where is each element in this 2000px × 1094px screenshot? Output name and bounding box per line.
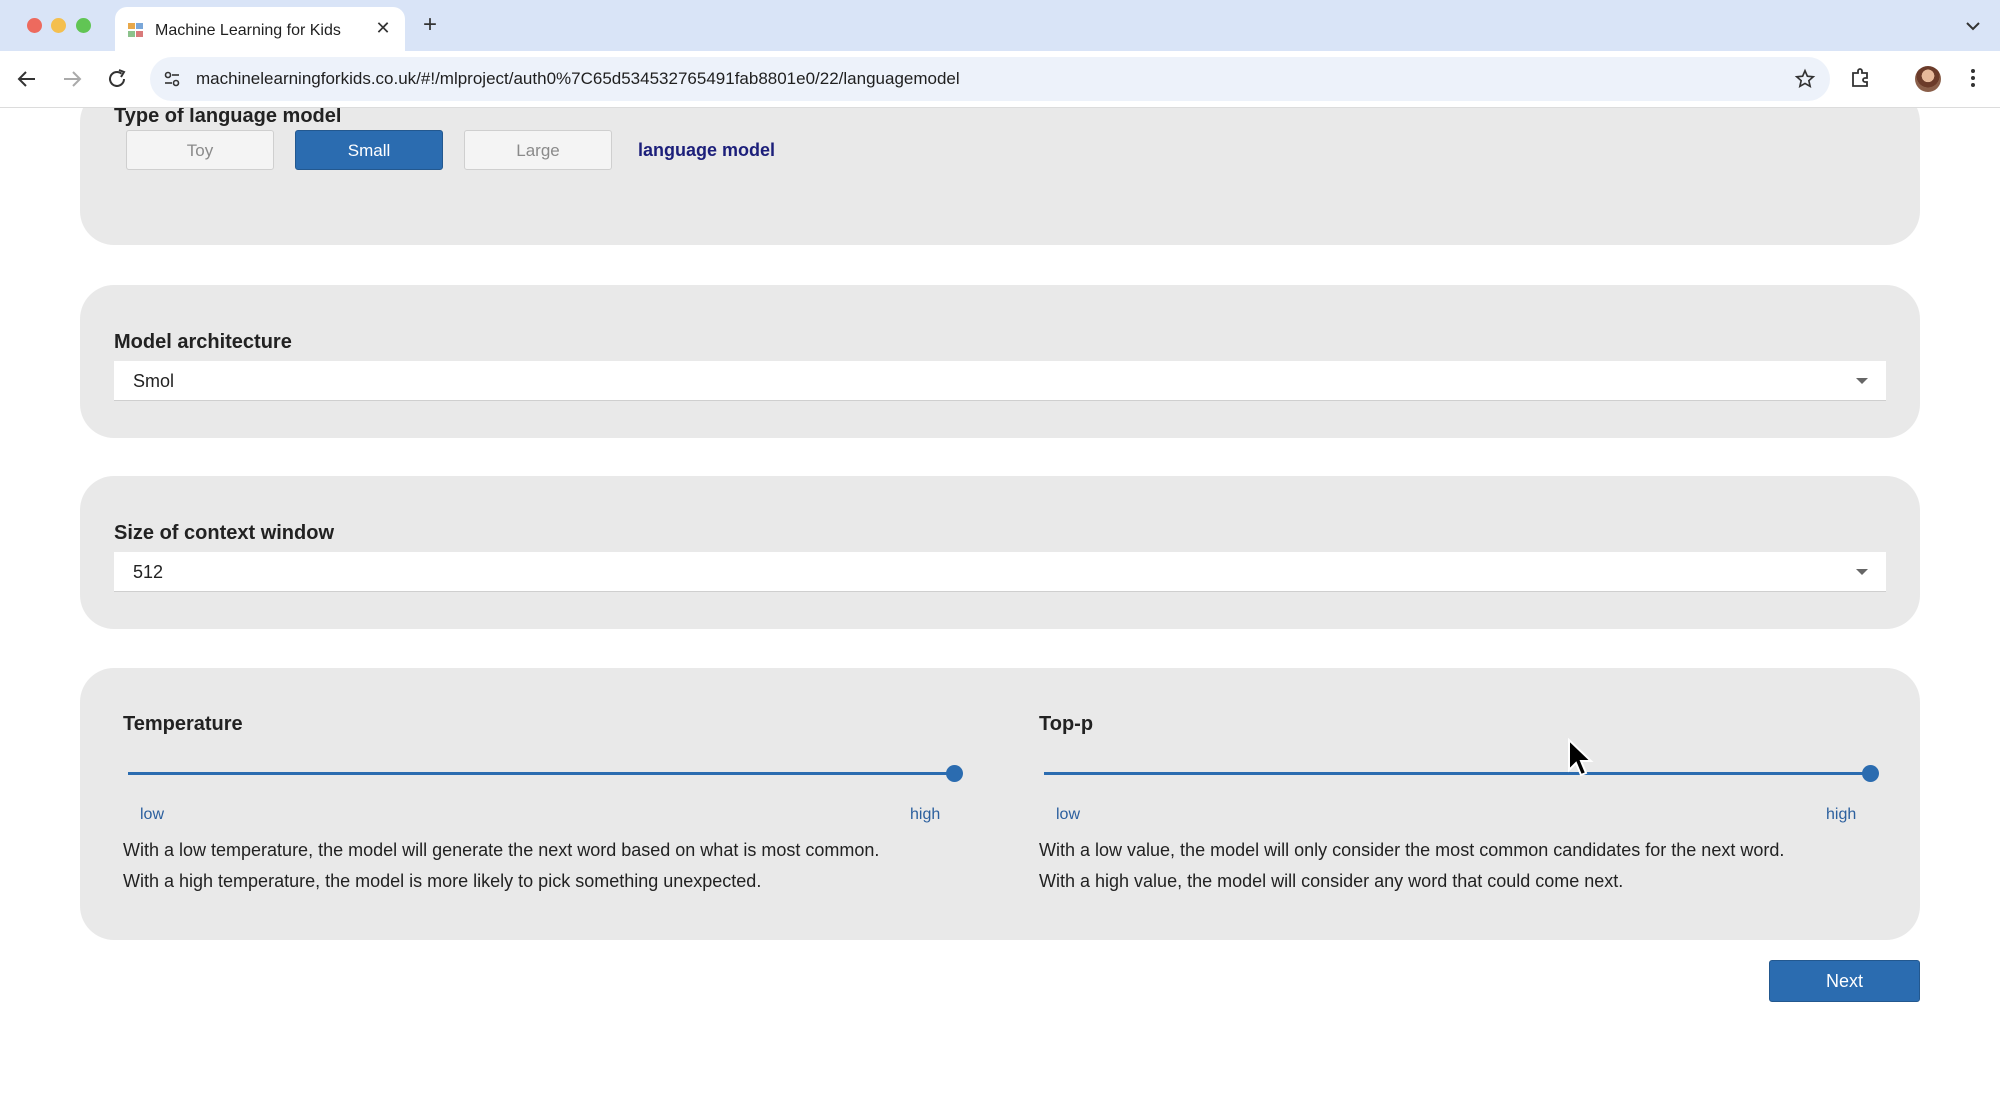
model-type-panel: Type of language model Toy Small Large l… [80, 108, 1920, 245]
new-tab-icon[interactable]: + [418, 13, 442, 38]
chevron-down-icon [1856, 569, 1868, 575]
top-p-low-label: low [1056, 806, 1081, 823]
temperature-slider-thumb[interactable] [945, 765, 963, 782]
minimize-window-button[interactable] [51, 18, 66, 33]
model-architecture-panel: Model architecture Smol [80, 285, 1920, 438]
top-p-description-line: With a low value, the model will only co… [1039, 840, 1785, 860]
temperature-high-label: high [910, 806, 941, 823]
next-button[interactable]: Next [1769, 960, 1920, 1002]
profile-avatar[interactable] [1915, 66, 1941, 92]
page-content: Type of language model Toy Small Large l… [0, 108, 2000, 1094]
browser-toolbar: machinelearningforkids.co.uk/#!/mlprojec… [0, 51, 2000, 108]
temperature-low-label: low [140, 806, 165, 823]
model-type-title: Type of language model [114, 108, 342, 127]
top-p-title: Top-p [1039, 713, 1094, 735]
top-p-description-line: With a high value, the model will consid… [1039, 871, 1624, 891]
context-window-select[interactable]: 512 [114, 552, 1886, 592]
reload-icon[interactable] [105, 67, 129, 91]
address-bar[interactable]: machinelearningforkids.co.uk/#!/mlprojec… [150, 57, 1830, 101]
tab-title: Machine Learning for Kids [155, 22, 341, 39]
top-p-slider-thumb[interactable] [1861, 765, 1879, 782]
extensions-puzzle-icon[interactable] [1848, 66, 1872, 90]
close-window-button[interactable] [27, 18, 42, 33]
context-window-title: Size of context window [114, 522, 335, 544]
temperature-description-line: With a low temperature, the model will g… [123, 840, 880, 860]
url-text[interactable]: machinelearningforkids.co.uk/#!/mlprojec… [196, 69, 960, 89]
tab-search-chevron-icon[interactable] [1962, 16, 1984, 36]
model-type-toy-button[interactable]: Toy [126, 130, 274, 170]
site-favicon-icon [128, 23, 143, 37]
context-window-value: 512 [133, 562, 164, 582]
top-p-description: With a low value, the model will only co… [1039, 835, 1784, 897]
language-model-link[interactable]: language model [638, 140, 775, 161]
temperature-section: Temperature low high With a low temperat… [80, 668, 963, 940]
back-arrow-icon[interactable] [15, 67, 39, 91]
mouse-cursor-icon [1568, 738, 1594, 777]
sampling-panel: Temperature low high With a low temperat… [80, 668, 1920, 940]
browser-menu-icon[interactable] [1963, 66, 1983, 90]
browser-tab-bar: Machine Learning for Kids ✕ + [0, 0, 2000, 51]
top-p-slider-track[interactable] [1044, 772, 1870, 775]
model-type-large-button[interactable]: Large [464, 130, 612, 170]
forward-arrow-icon[interactable] [60, 67, 84, 91]
close-tab-icon[interactable]: ✕ [373, 18, 393, 38]
temperature-description-line: With a high temperature, the model is mo… [123, 871, 762, 891]
site-settings-icon[interactable] [162, 69, 182, 89]
temperature-description: With a low temperature, the model will g… [123, 835, 879, 897]
bookmark-star-icon[interactable] [1794, 68, 1816, 90]
temperature-title: Temperature [123, 713, 243, 735]
browser-tab[interactable]: Machine Learning for Kids ✕ [115, 7, 405, 51]
model-architecture-value: Smol [133, 371, 175, 391]
model-type-small-button[interactable]: Small [295, 130, 443, 170]
temperature-slider-track[interactable] [128, 772, 954, 775]
model-architecture-title: Model architecture [114, 331, 292, 353]
model-architecture-select[interactable]: Smol [114, 361, 1886, 401]
top-p-high-label: high [1826, 806, 1857, 823]
context-window-panel: Size of context window 512 [80, 476, 1920, 629]
chevron-down-icon [1856, 378, 1868, 384]
top-p-section: Top-p low high With a low value, the mod… [996, 668, 1879, 940]
maximize-window-button[interactable] [76, 18, 91, 33]
